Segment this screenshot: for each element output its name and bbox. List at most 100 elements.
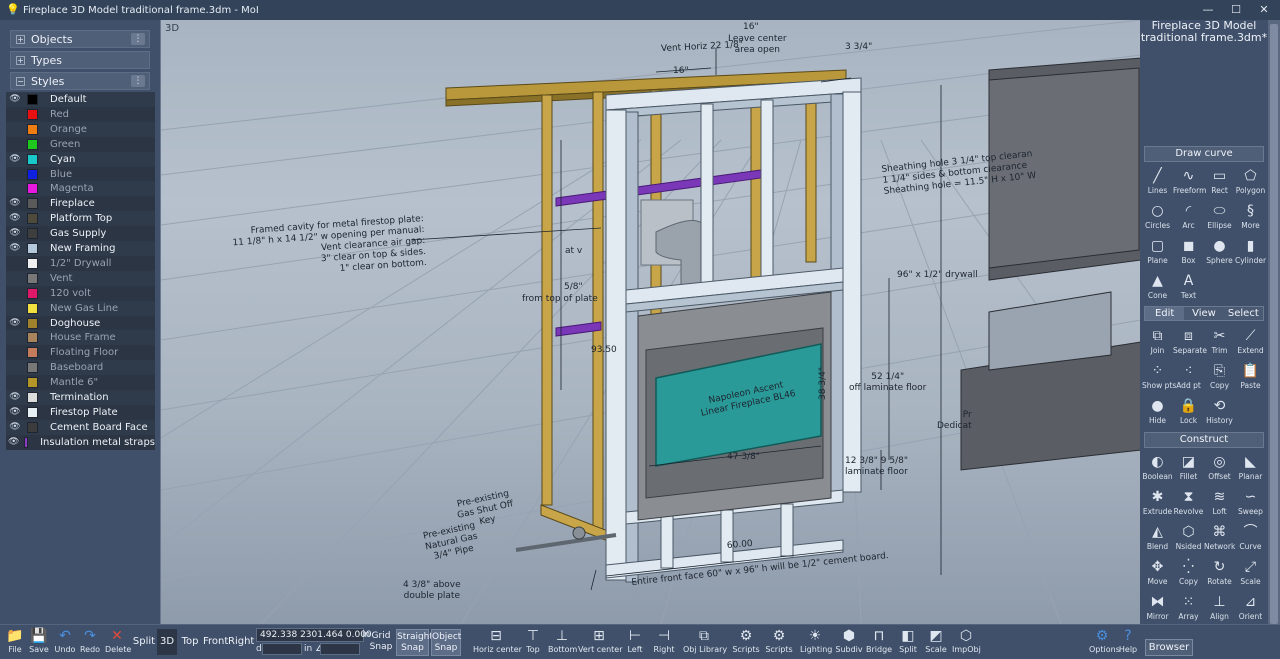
- construct-header[interactable]: Construct: [1144, 432, 1264, 448]
- eye-icon[interactable]: 👁: [8, 152, 22, 167]
- tool-sweep[interactable]: ∽ Sweep: [1235, 485, 1266, 519]
- collapse-icon[interactable]: −: [16, 76, 25, 86]
- style-row[interactable]: Vent: [6, 270, 155, 286]
- style-name[interactable]: Insulation metal straps: [40, 437, 155, 448]
- types-section-header[interactable]: + Types: [10, 51, 150, 69]
- close-button[interactable]: ✕: [1250, 0, 1278, 20]
- style-row[interactable]: Blue: [6, 167, 155, 182]
- view-split-button[interactable]: Split: [132, 629, 156, 655]
- tool-extrude[interactable]: ✱ Extrude: [1142, 485, 1173, 519]
- tool-polygon[interactable]: ⬠ Polygon: [1235, 164, 1266, 198]
- style-color-swatch[interactable]: [27, 287, 38, 299]
- style-row[interactable]: Magenta: [6, 181, 155, 197]
- style-color-swatch[interactable]: [27, 123, 38, 135]
- draw-curve-header[interactable]: Draw curve: [1144, 146, 1264, 162]
- tab-view[interactable]: View: [1184, 307, 1223, 320]
- eye-icon[interactable]: 👁: [8, 435, 19, 450]
- eye-icon[interactable]: 👁: [8, 196, 22, 211]
- style-row[interactable]: 👁 Fireplace: [6, 196, 155, 211]
- styles-menu-button[interactable]: ⋮: [131, 75, 145, 87]
- objects-section-header[interactable]: + Objects ⋮: [10, 30, 150, 48]
- style-name[interactable]: Magenta: [50, 183, 94, 194]
- style-color-swatch[interactable]: [27, 213, 38, 225]
- style-color-swatch[interactable]: [27, 421, 38, 433]
- style-row[interactable]: 👁 Default: [6, 92, 155, 107]
- tool-mirror[interactable]: ⧓ Mirror: [1142, 590, 1173, 624]
- script-scale-button[interactable]: ◩ Scale: [925, 625, 947, 659]
- style-name[interactable]: Mantle 6": [50, 377, 98, 388]
- style-name[interactable]: Doghouse: [50, 318, 100, 329]
- style-row[interactable]: Floating Floor: [6, 345, 155, 360]
- tool-array[interactable]: ⁙ Array: [1173, 590, 1204, 624]
- tool-curve[interactable]: ⌒ Curve: [1235, 520, 1266, 554]
- styles-section-header[interactable]: − Styles ⋮: [10, 72, 150, 90]
- style-name[interactable]: Cyan: [50, 154, 75, 165]
- script-bridge-button[interactable]: ⊓ Bridge: [866, 625, 892, 659]
- style-color-swatch[interactable]: [27, 317, 38, 329]
- style-row[interactable]: 👁 Termination: [6, 390, 155, 405]
- style-name[interactable]: New Gas Line: [50, 303, 118, 314]
- tool-rect[interactable]: ▭ Rect: [1204, 164, 1235, 198]
- tool-join[interactable]: ⧉ Join: [1142, 324, 1173, 358]
- eye-icon[interactable]: [8, 330, 22, 345]
- style-row[interactable]: 1/2" Drywall: [6, 256, 155, 271]
- eye-icon[interactable]: 👁: [8, 226, 22, 241]
- tool-ellipse[interactable]: ⬭ Ellipse: [1204, 199, 1235, 233]
- style-row[interactable]: 👁 Insulation metal straps: [6, 435, 155, 450]
- distance-input[interactable]: [262, 643, 302, 655]
- tool-boolean[interactable]: ◐ Boolean: [1142, 450, 1173, 484]
- style-row[interactable]: 👁 Firestop Plate: [6, 405, 155, 420]
- object-snap-toggle[interactable]: Object Snap: [431, 629, 461, 656]
- view-3d-button[interactable]: 3D: [157, 629, 177, 655]
- tool-paste[interactable]: 📋 Paste: [1235, 359, 1266, 393]
- minimize-button[interactable]: —: [1194, 0, 1222, 20]
- tool-blend[interactable]: ◭ Blend: [1142, 520, 1173, 554]
- style-name[interactable]: Firestop Plate: [50, 407, 118, 418]
- tool-align[interactable]: ⊥ Align: [1204, 590, 1235, 624]
- eye-icon[interactable]: [8, 167, 22, 182]
- tool-add-pt[interactable]: ⁖ Add pt: [1173, 359, 1204, 393]
- expand-icon[interactable]: +: [16, 55, 25, 65]
- straight-snap-toggle[interactable]: Straight Snap: [396, 629, 433, 656]
- file-button[interactable]: 📁 File: [3, 625, 27, 659]
- eye-icon[interactable]: [8, 122, 22, 137]
- eye-icon[interactable]: [8, 137, 22, 152]
- style-name[interactable]: Platform Top: [50, 213, 112, 224]
- eye-icon[interactable]: 👁: [8, 211, 22, 226]
- delete-button[interactable]: ✕ Delete: [105, 625, 131, 659]
- tool-planar[interactable]: ◣ Planar: [1235, 450, 1266, 484]
- style-row[interactable]: Orange: [6, 121, 155, 137]
- tab-edit[interactable]: Edit: [1145, 307, 1185, 320]
- help-button[interactable]: ? Help: [1117, 625, 1139, 659]
- style-color-swatch[interactable]: [27, 138, 38, 150]
- view-right-button[interactable]: Right: [228, 629, 254, 655]
- tool-circles[interactable]: ○ Circles: [1142, 199, 1173, 233]
- script-scripts-button[interactable]: ⚙ Scripts: [731, 625, 761, 659]
- tool-extend[interactable]: ⟋ Extend: [1235, 324, 1266, 358]
- style-name[interactable]: Default: [50, 94, 87, 105]
- undo-button[interactable]: ↶ Undo: [53, 625, 77, 659]
- style-name[interactable]: New Framing: [50, 243, 115, 254]
- tool-trim[interactable]: ✂ Trim: [1204, 324, 1235, 358]
- script-lighting-button[interactable]: ☀ Lighting: [800, 625, 832, 659]
- expand-icon[interactable]: +: [16, 34, 25, 44]
- tool-more[interactable]: § More: [1235, 199, 1266, 233]
- eye-icon[interactable]: [8, 301, 22, 316]
- tool-history[interactable]: ⟲ History: [1204, 394, 1235, 428]
- tool-cylinder[interactable]: ▮ Cylinder: [1235, 234, 1266, 268]
- style-name[interactable]: Green: [50, 139, 80, 150]
- style-row[interactable]: 👁 Doghouse: [6, 316, 155, 331]
- eye-icon[interactable]: 👁: [8, 241, 22, 256]
- tool-hide[interactable]: ● Hide: [1142, 394, 1173, 428]
- style-color-swatch[interactable]: [27, 198, 38, 210]
- tool-orient[interactable]: ⊿ Orient: [1235, 590, 1266, 624]
- tool-plane[interactable]: ▢ Plane: [1142, 234, 1173, 268]
- script-split-button[interactable]: ◧ Split: [896, 625, 920, 659]
- style-row[interactable]: 👁 Cyan: [6, 151, 155, 167]
- script-subdiv-button[interactable]: ⬢ Subdiv: [835, 625, 863, 659]
- script-top-button[interactable]: ⊤ Top: [520, 625, 546, 659]
- browser-button[interactable]: Browser: [1145, 639, 1193, 656]
- tool-sphere[interactable]: ● Sphere: [1204, 234, 1235, 268]
- style-row[interactable]: New Gas Line: [6, 300, 155, 316]
- style-row[interactable]: 👁 Gas Supply: [6, 226, 155, 241]
